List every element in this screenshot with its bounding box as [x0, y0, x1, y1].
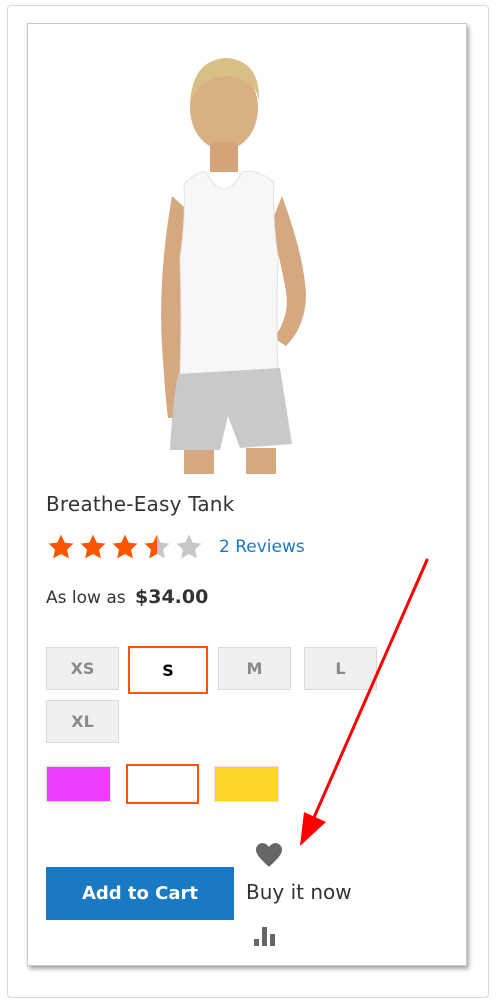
star-icon — [80, 534, 106, 559]
star-icon — [112, 534, 138, 559]
rating-summary: 2 Reviews — [45, 532, 305, 562]
product-card: Breathe-Easy Tank 2 Reviews As low as $3… — [27, 23, 467, 966]
size-option-xl[interactable]: XL — [46, 700, 119, 743]
rating-stars — [45, 532, 205, 562]
reviews-link[interactable]: 2 Reviews — [219, 537, 305, 557]
size-option-m[interactable]: M — [218, 647, 291, 690]
size-option-s[interactable]: S — [128, 646, 208, 694]
color-swatch-yellow[interactable] — [214, 766, 279, 802]
product-name[interactable]: Breathe-Easy Tank — [46, 492, 234, 516]
add-to-cart-button[interactable]: Add to Cart — [46, 867, 234, 920]
compare-chart-icon[interactable] — [252, 925, 280, 947]
star-icon — [48, 534, 74, 559]
price-box: As low as $34.00 — [46, 586, 208, 608]
color-swatch-magenta[interactable] — [46, 766, 111, 802]
price-label: As low as — [46, 588, 126, 608]
star-icon — [176, 534, 202, 559]
heart-icon[interactable] — [254, 842, 284, 868]
buy-it-now-link[interactable]: Buy it now — [246, 880, 352, 904]
half-star-icon — [144, 534, 170, 559]
price-value: $34.00 — [135, 586, 209, 608]
size-option-l[interactable]: L — [304, 647, 377, 690]
color-swatch-white[interactable] — [126, 764, 199, 804]
size-option-xs[interactable]: XS — [46, 647, 119, 690]
product-image[interactable] — [106, 46, 406, 474]
